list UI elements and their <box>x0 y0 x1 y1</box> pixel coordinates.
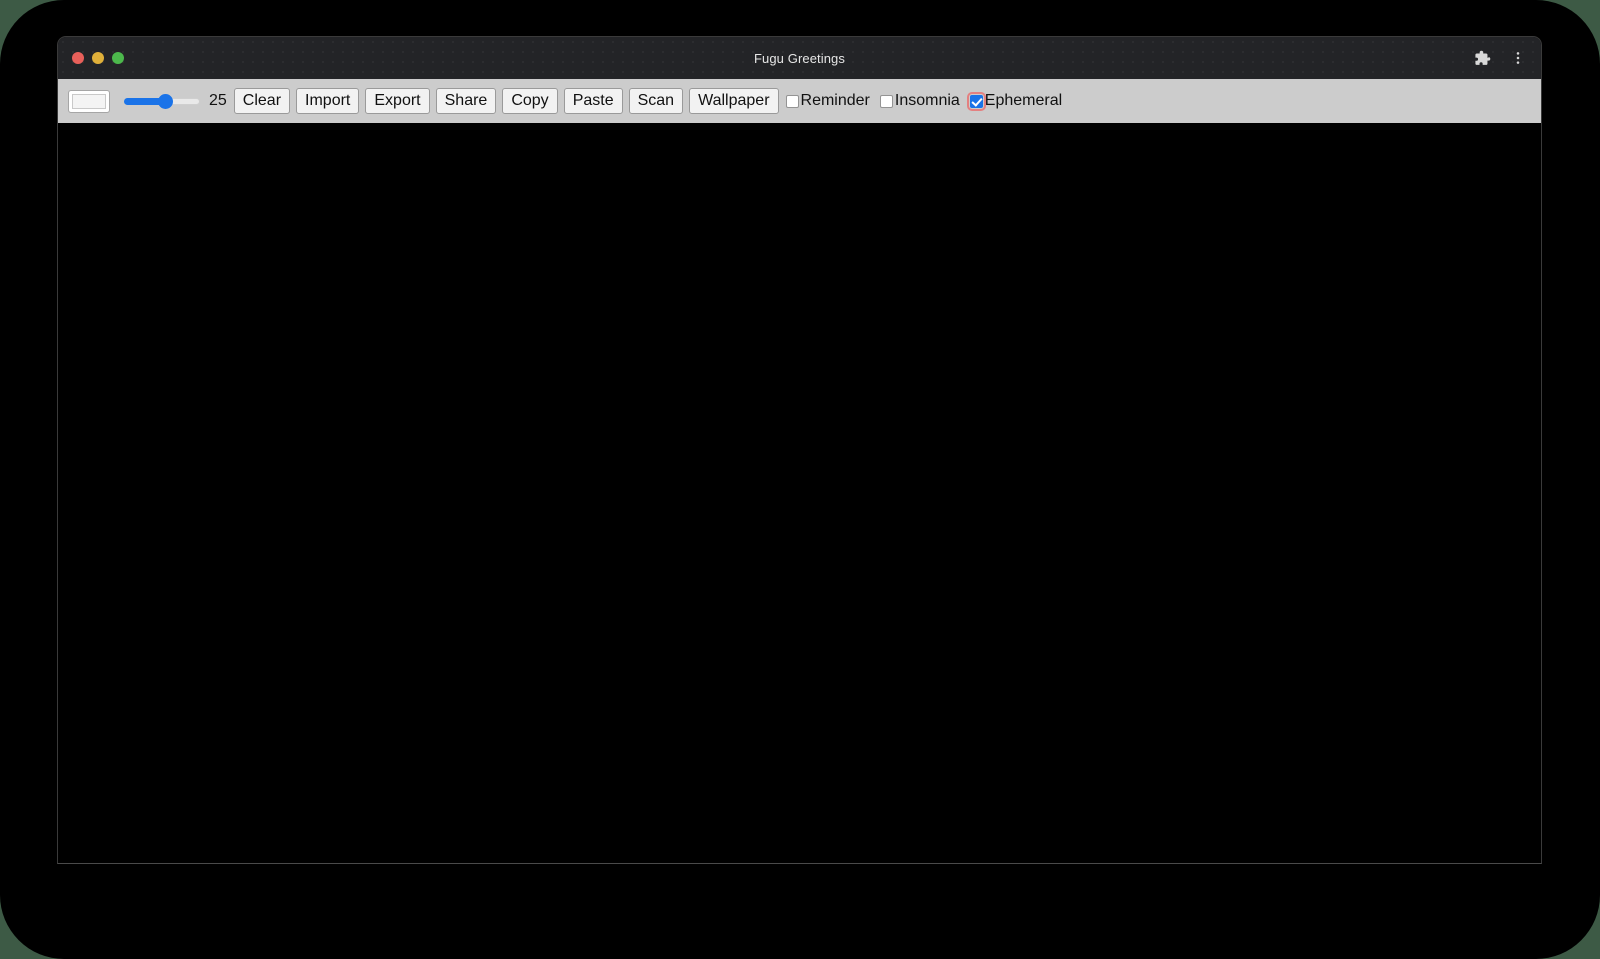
insomnia-checkbox[interactable] <box>879 94 893 108</box>
ephemeral-checkbox-label: Ephemeral <box>984 92 1063 109</box>
reminder-checkbox[interactable] <box>785 94 799 108</box>
app-window: Fugu Greetings 25 Clear Import Export Sh… <box>57 36 1542 864</box>
export-button[interactable]: Export <box>365 87 430 115</box>
wallpaper-button[interactable]: Wallpaper <box>689 87 779 115</box>
slider-value-label: 25 <box>209 92 227 109</box>
close-window-button[interactable] <box>72 52 84 64</box>
insomnia-checkbox-group[interactable]: Insomnia <box>879 92 966 109</box>
reminder-checkbox-label: Reminder <box>800 92 870 109</box>
copy-button[interactable]: Copy <box>502 87 558 115</box>
app-toolbar: 25 Clear Import Export Share Copy Paste … <box>58 79 1541 123</box>
extensions-puzzle-icon[interactable] <box>1471 47 1493 69</box>
drawing-canvas[interactable] <box>58 123 1541 863</box>
share-button[interactable]: Share <box>435 87 497 115</box>
title-bar-actions <box>1471 47 1529 69</box>
minimize-window-button[interactable] <box>92 52 104 64</box>
maximize-window-button[interactable] <box>112 52 124 64</box>
color-picker-input[interactable] <box>68 89 110 113</box>
insomnia-checkbox-label: Insomnia <box>894 92 960 109</box>
slider-thumb[interactable] <box>158 94 173 109</box>
title-bar: Fugu Greetings <box>58 37 1541 79</box>
reminder-checkbox-group[interactable]: Reminder <box>785 92 876 109</box>
brush-size-slider[interactable] <box>124 92 200 110</box>
ephemeral-checkbox-group[interactable]: Ephemeral <box>966 91 1068 111</box>
window-title: Fugu Greetings <box>753 50 845 66</box>
import-button[interactable]: Import <box>296 87 360 115</box>
more-vertical-menu-icon[interactable] <box>1507 47 1529 69</box>
traffic-light-buttons <box>72 52 124 64</box>
paste-button[interactable]: Paste <box>563 87 623 115</box>
scan-button[interactable]: Scan <box>628 87 684 115</box>
ephemeral-checkbox[interactable] <box>966 91 986 111</box>
clear-button[interactable]: Clear <box>233 87 291 115</box>
device-frame: Fugu Greetings 25 Clear Import Export Sh… <box>0 0 1600 959</box>
